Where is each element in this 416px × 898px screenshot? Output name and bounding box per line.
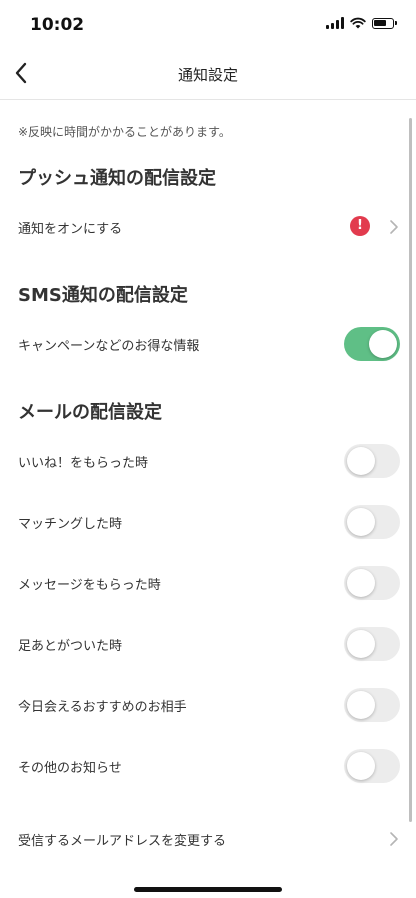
mail-like-toggle[interactable] [344, 444, 400, 478]
chevron-right-icon [390, 220, 398, 234]
push-notification-row[interactable]: 通知をオンにする ! [0, 207, 416, 247]
battery-icon [372, 17, 397, 29]
status-icons [326, 17, 397, 29]
home-indicator[interactable] [134, 887, 282, 892]
cellular-signal-icon [326, 17, 344, 29]
reflection-note: ※反映に時間がかかることがあります。 [18, 125, 231, 139]
mail-message-toggle[interactable] [344, 566, 400, 600]
mail-other-label: その他のお知らせ [18, 761, 122, 776]
mail-like-row: いいね！をもらった時 [0, 441, 416, 481]
chevron-right-icon [390, 832, 398, 846]
push-section-title: プッシュ通知の配信設定 [18, 168, 216, 189]
mail-recommend-row: 今日会えるおすすめのお相手 [0, 685, 416, 725]
alert-icon: ! [350, 216, 370, 236]
sms-campaign-row: キャンペーンなどのお得な情報 [0, 324, 416, 364]
mail-other-toggle[interactable] [344, 749, 400, 783]
mail-other-row: その他のお知らせ [0, 746, 416, 786]
mail-like-label: いいね！をもらった時 [18, 456, 149, 471]
mail-matching-label: マッチングした時 [18, 517, 123, 532]
sms-section-title: SMS通知の配信設定 [18, 285, 188, 306]
sms-campaign-label: キャンペーンなどのお得な情報 [18, 339, 200, 354]
mail-recommend-toggle[interactable] [344, 688, 400, 722]
nav-bar: 通知設定 [0, 48, 416, 100]
mail-footprint-label: 足あとがついた時 [18, 639, 123, 654]
change-email-row[interactable]: 受信するメールアドレスを変更する [0, 819, 416, 859]
mail-recommend-label: 今日会えるおすすめのお相手 [18, 700, 187, 715]
status-bar: 10:02 [0, 0, 416, 48]
status-time: 10:02 [30, 15, 85, 35]
page-title: 通知設定 [177, 66, 238, 84]
mail-section-title: メールの配信設定 [18, 402, 162, 423]
change-email-label: 受信するメールアドレスを変更する [18, 834, 227, 849]
mail-matching-toggle[interactable] [344, 505, 400, 539]
wifi-icon [350, 17, 366, 29]
mail-message-row: メッセージをもらった時 [0, 563, 416, 603]
mail-footprint-row: 足あとがついた時 [0, 624, 416, 664]
push-notification-label: 通知をオンにする [18, 222, 123, 237]
scrollbar[interactable] [409, 118, 412, 822]
mail-matching-row: マッチングした時 [0, 502, 416, 542]
mail-message-label: メッセージをもらった時 [18, 578, 161, 593]
mail-footprint-toggle[interactable] [344, 627, 400, 661]
sms-campaign-toggle[interactable] [344, 327, 400, 361]
